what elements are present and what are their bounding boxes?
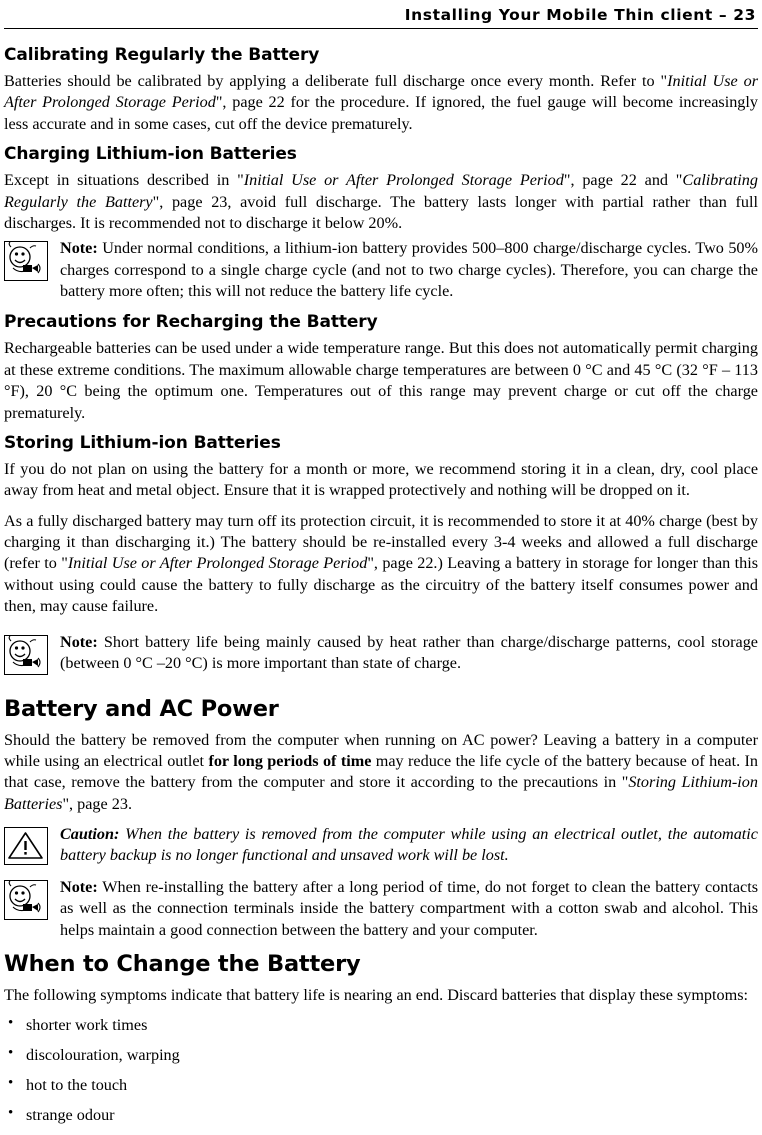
note-text-storing: Note: Short battery life being mainly ca… <box>60 632 758 675</box>
text-frag: Except in situations described in " <box>4 171 244 190</box>
heading-charging: Charging Lithium-ion Batteries <box>4 144 297 165</box>
symptom-list: shorter work times discolouration, warpi… <box>4 1014 758 1126</box>
warning-icon <box>4 827 48 865</box>
heading-when-to-change: When to Change the Battery <box>4 950 361 977</box>
paragraph-when-to-change: The following symptoms indicate that bat… <box>4 985 749 1004</box>
text-frag: ", page 23. <box>62 794 132 813</box>
text-frag-bold: for long periods of time <box>208 751 372 770</box>
note-text-charging: Note: Under normal conditions, a lithium… <box>60 238 758 302</box>
note-body: Under normal conditions, a lithium-ion b… <box>60 239 758 300</box>
list-item: discolouration, warping <box>4 1044 758 1066</box>
note-icon-cell <box>4 877 60 920</box>
caution-text: Caution: When the battery is removed fro… <box>60 824 758 867</box>
note-icon <box>4 879 48 920</box>
heading-calibrating: Calibrating Regularly the Battery <box>4 45 320 65</box>
note-block-storing: Note: Short battery life being mainly ca… <box>4 632 758 675</box>
list-item: hot to the touch <box>4 1074 758 1096</box>
paragraph-calibrating: Batteries should be calibrated by applyi… <box>4 71 758 135</box>
note-text-reinstall: Note: When re-installing the battery aft… <box>60 877 758 941</box>
caution-body: When the battery is removed from the com… <box>60 825 758 865</box>
note-face-icon <box>8 880 41 913</box>
paragraph-battery-ac: Should the battery be removed from the c… <box>4 730 758 816</box>
text-frag: ", page 22 and " <box>563 171 683 190</box>
note-face-icon <box>8 242 41 274</box>
list-item: shorter work times <box>4 1014 758 1036</box>
note-body: When re-installing the battery after a l… <box>60 877 758 939</box>
heading-storing: Storing Lithium-ion Batteries <box>4 432 281 453</box>
text-frag-italic: Initial Use or After Prolonged Storage P… <box>67 554 368 573</box>
document-page: Installing Your Mobile Thin client – 23 … <box>0 0 762 1135</box>
page-header: Installing Your Mobile Thin client – 23 <box>404 6 756 24</box>
note-face-icon <box>8 635 41 667</box>
paragraph-storing-2: As a fully discharged battery may turn o… <box>4 511 758 618</box>
note-label: Note: <box>60 877 98 896</box>
note-label: Note: <box>60 239 98 258</box>
paragraph-precautions: Rechargeable batteries can be used under… <box>4 339 758 422</box>
caution-icon-cell <box>4 824 60 865</box>
heading-precautions: Precautions for Recharging the Battery <box>4 312 378 333</box>
note-icon-cell <box>4 632 60 675</box>
header-divider <box>4 28 758 29</box>
paragraph-storing-1: If you do not plan on using the battery … <box>4 459 758 500</box>
caution-block: Caution: When the battery is removed fro… <box>4 824 758 867</box>
text-frag: Batteries should be calibrated by applyi… <box>4 72 668 90</box>
note-block-reinstall: Note: When re-installing the battery aft… <box>4 877 758 941</box>
note-icon <box>4 241 48 282</box>
heading-battery-ac-power: Battery and AC Power <box>4 695 279 722</box>
note-icon <box>4 634 48 675</box>
caution-label: Caution: <box>60 825 120 843</box>
list-item: strange odour <box>4 1104 758 1126</box>
paragraph-charging: Except in situations described in "Initi… <box>4 170 758 234</box>
note-label: Note: <box>60 632 98 651</box>
note-icon-cell <box>4 238 60 282</box>
note-block-charging: Note: Under normal conditions, a lithium… <box>4 238 758 302</box>
text-frag-italic: Initial Use or After Prolonged Storage P… <box>243 171 564 190</box>
warning-triangle-icon <box>8 832 43 859</box>
note-body: Short battery life being mainly caused b… <box>60 632 758 672</box>
